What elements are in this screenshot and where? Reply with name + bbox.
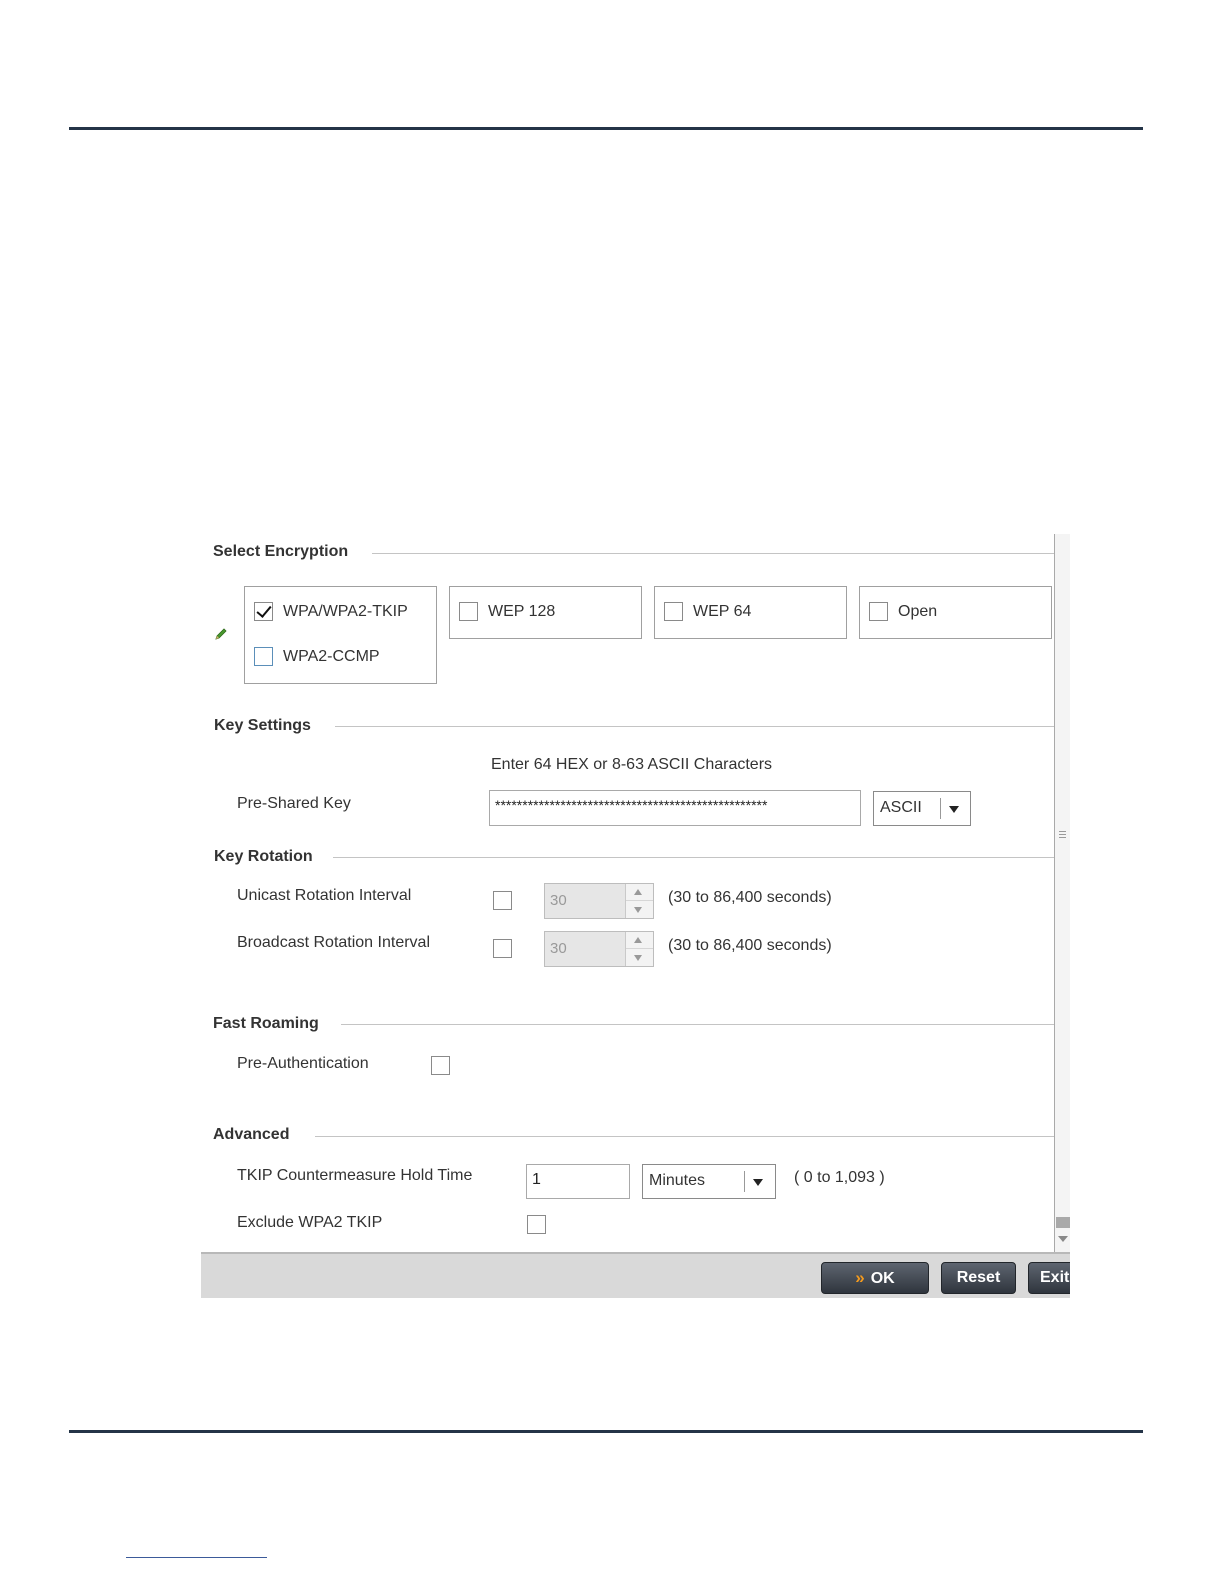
unicast-interval-spinner[interactable]: 30 bbox=[544, 883, 654, 919]
scroll-grip-icon[interactable] bbox=[1059, 831, 1066, 838]
psk-hint: Enter 64 HEX or 8-63 ASCII Characters bbox=[491, 756, 773, 773]
key-format-value: ASCII bbox=[880, 799, 922, 816]
label-wpa-wpa2-tkip: WPA/WPA2-TKIP bbox=[283, 603, 408, 620]
ok-button-label: OK bbox=[870, 1270, 895, 1287]
encryption-group-open: Open bbox=[859, 586, 1052, 639]
label-wpa2-ccmp: WPA2-CCMP bbox=[283, 648, 380, 665]
pencil-icon bbox=[215, 628, 227, 640]
checkbox-wep-128[interactable] bbox=[459, 602, 478, 621]
unicast-interval-value: 30 bbox=[550, 892, 567, 909]
tkip-unit-value: Minutes bbox=[649, 1172, 706, 1189]
section-title-key-settings: Key Settings bbox=[214, 717, 311, 734]
encryption-group-wpa: WPA/WPA2-TKIP WPA2-CCMP bbox=[244, 586, 437, 684]
tkip-range: ( 0 to 1,093 ) bbox=[794, 1169, 885, 1186]
checkbox-broadcast-rotation[interactable] bbox=[493, 939, 512, 958]
checkbox-pre-authentication[interactable] bbox=[431, 1056, 450, 1075]
spin-up-icon[interactable] bbox=[634, 937, 642, 943]
dialog-button-bar: » OK Reset Exit bbox=[201, 1252, 1070, 1298]
section-title-key-rotation: Key Rotation bbox=[214, 848, 313, 865]
pre-shared-key-input[interactable]: ****************************************… bbox=[489, 790, 861, 826]
section-divider bbox=[315, 1136, 1054, 1137]
checkmark-icon bbox=[256, 602, 272, 618]
broadcast-interval-value: 30 bbox=[550, 940, 567, 957]
checkbox-wpa2-ccmp[interactable] bbox=[254, 647, 273, 666]
spin-up-icon[interactable] bbox=[634, 889, 642, 895]
tkip-hold-time-label: TKIP Countermeasure Hold Time bbox=[237, 1167, 473, 1184]
checkbox-wpa-wpa2-tkip[interactable] bbox=[254, 602, 273, 621]
double-chevron-right-icon: » bbox=[855, 1268, 865, 1287]
pre-authentication-label: Pre-Authentication bbox=[237, 1055, 369, 1072]
chevron-down-icon bbox=[949, 806, 959, 813]
broadcast-range: (30 to 86,400 seconds) bbox=[668, 937, 832, 954]
exit-button[interactable]: Exit bbox=[1028, 1262, 1070, 1294]
label-wep-128: WEP 128 bbox=[488, 603, 556, 620]
encryption-group-wep64: WEP 64 bbox=[654, 586, 847, 639]
tkip-hold-time-input[interactable]: 1 bbox=[526, 1164, 630, 1199]
page-header-rule bbox=[69, 127, 1143, 130]
section-divider bbox=[335, 726, 1054, 727]
psk-label: Pre-Shared Key bbox=[237, 795, 351, 812]
key-format-select[interactable]: ASCII bbox=[873, 791, 971, 826]
spin-down-icon[interactable] bbox=[634, 955, 642, 961]
reset-button[interactable]: Reset bbox=[941, 1262, 1016, 1294]
exclude-wpa2-tkip-label: Exclude WPA2 TKIP bbox=[237, 1214, 383, 1231]
reset-button-label: Reset bbox=[956, 1269, 1001, 1286]
section-divider bbox=[372, 553, 1054, 554]
scroll-thumb[interactable] bbox=[1056, 1217, 1070, 1228]
broadcast-rotation-label: Broadcast Rotation Interval bbox=[237, 934, 430, 951]
label-wep-64: WEP 64 bbox=[693, 603, 752, 620]
footer-link-underline bbox=[126, 1557, 267, 1558]
checkbox-unicast-rotation[interactable] bbox=[493, 891, 512, 910]
checkbox-exclude-wpa2-tkip[interactable] bbox=[527, 1215, 546, 1234]
section-divider bbox=[333, 857, 1054, 858]
section-title-advanced: Advanced bbox=[213, 1126, 290, 1143]
exit-button-label: Exit bbox=[1040, 1269, 1070, 1286]
scroll-down-arrow-icon[interactable] bbox=[1058, 1236, 1068, 1242]
checkbox-open[interactable] bbox=[869, 602, 888, 621]
unicast-range: (30 to 86,400 seconds) bbox=[668, 889, 832, 906]
broadcast-interval-spinner[interactable]: 30 bbox=[544, 931, 654, 967]
checkbox-wep-64[interactable] bbox=[664, 602, 683, 621]
vertical-scrollbar[interactable] bbox=[1054, 534, 1070, 1252]
label-open: Open bbox=[898, 603, 938, 620]
tkip-unit-select[interactable]: Minutes bbox=[642, 1164, 776, 1199]
section-title-encryption: Select Encryption bbox=[213, 543, 349, 560]
section-divider bbox=[341, 1024, 1054, 1025]
unicast-rotation-label: Unicast Rotation Interval bbox=[237, 887, 412, 904]
spin-down-icon[interactable] bbox=[634, 907, 642, 913]
section-title-fast-roaming: Fast Roaming bbox=[213, 1015, 319, 1032]
ok-button[interactable]: » OK bbox=[821, 1262, 929, 1294]
wireless-security-dialog: Select Encryption WPA/WPA2-TKIP WPA2-CCM… bbox=[201, 534, 1070, 1298]
encryption-group-wep128: WEP 128 bbox=[449, 586, 642, 639]
chevron-down-icon bbox=[753, 1179, 763, 1186]
page-footer-rule bbox=[69, 1430, 1143, 1433]
